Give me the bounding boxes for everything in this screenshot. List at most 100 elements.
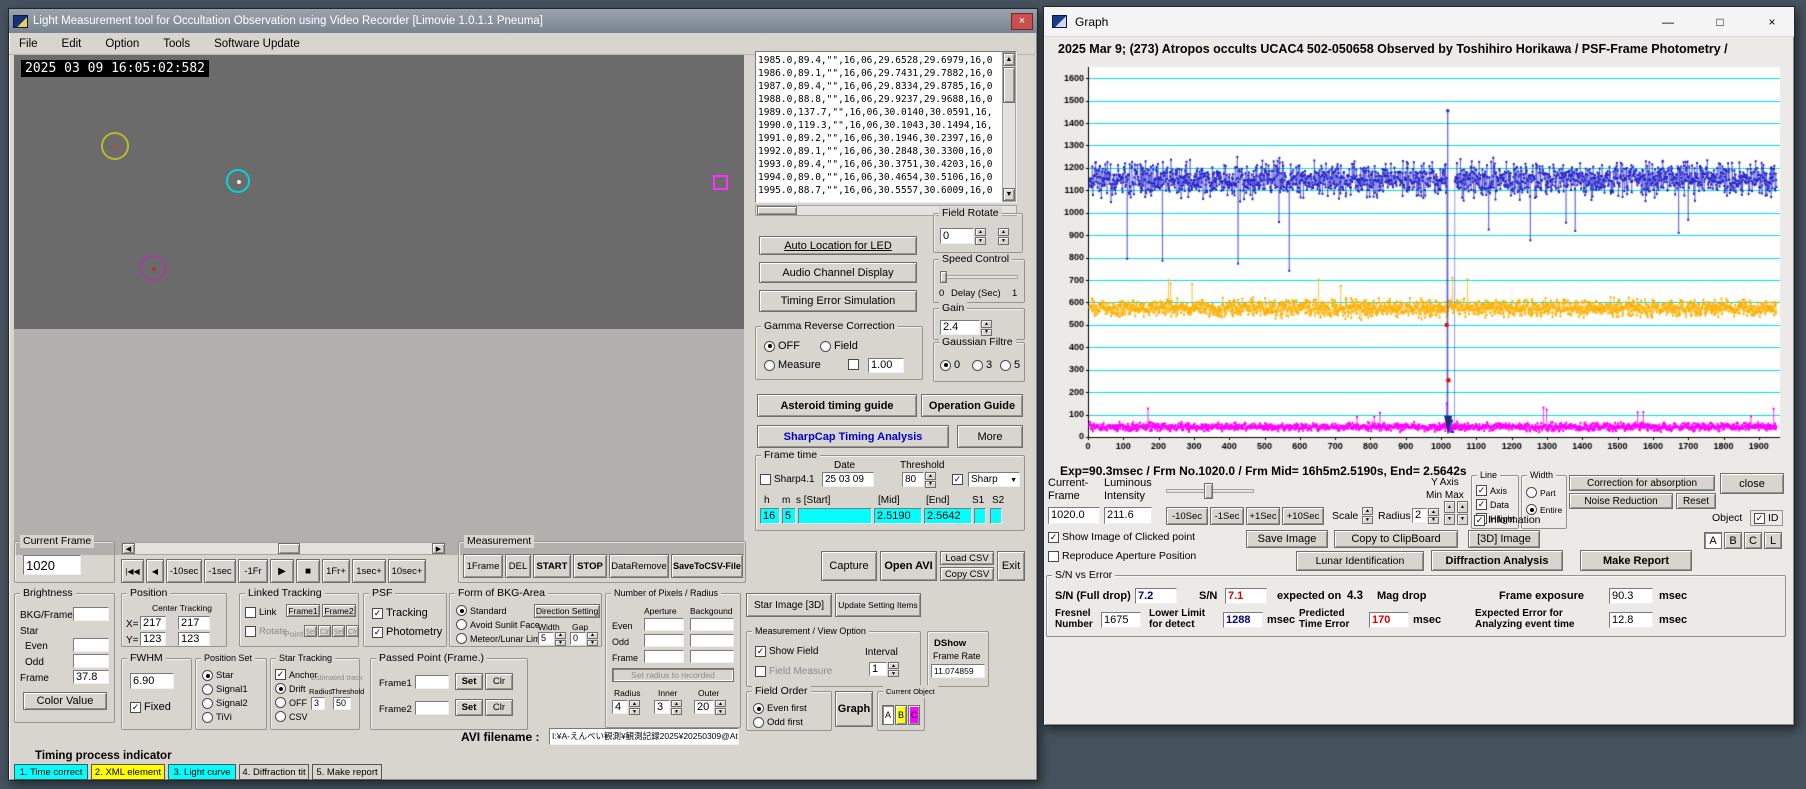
center-y-input[interactable]: 123 — [178, 632, 210, 646]
copy-csv-button[interactable]: Copy CSV — [940, 567, 994, 581]
minus-1frame-button[interactable]: -1Fr — [238, 559, 268, 583]
width-part-radio[interactable]: Part — [1526, 487, 1556, 498]
timing-step-2[interactable]: 2. XML element — [91, 764, 165, 780]
spin-down-icon[interactable] — [587, 639, 598, 646]
timing-step-1[interactable]: 1. Time correct — [14, 764, 88, 780]
set-radius-recorded-button[interactable]: Set radius to recorded — [612, 668, 734, 682]
light-curve-chart[interactable] — [1050, 57, 1788, 461]
play-button[interactable]: ▶ — [270, 559, 294, 583]
mid-cell[interactable]: 2.5190 — [874, 508, 922, 524]
interval-input[interactable]: 1 — [869, 662, 887, 676]
aperture-marker-square[interactable] — [713, 175, 728, 190]
image-3d-button[interactable]: [3D] Image — [1468, 530, 1540, 548]
tracking-off-radio[interactable]: OFF — [275, 697, 307, 708]
linked-set2-button[interactable]: Set — [332, 625, 345, 637]
minus-10sec-nav-button[interactable]: -10Sec — [1166, 507, 1208, 525]
minus-1sec-nav-button[interactable]: -1Sec — [1210, 507, 1244, 525]
chevron-down-icon[interactable] — [1010, 475, 1017, 485]
object-c-button[interactable]: C — [908, 705, 920, 725]
spin-up-icon[interactable] — [555, 632, 566, 639]
copy-to-clipboard-button[interactable]: Copy to ClipBoard — [1334, 530, 1458, 548]
update-setting-items-button[interactable]: Update Setting Items — [835, 593, 921, 617]
more-button[interactable]: More — [957, 425, 1023, 448]
spin-down-icon[interactable] — [1444, 513, 1455, 525]
menu-software-update[interactable]: Software Update — [214, 38, 300, 50]
aperture-marker-target[interactable] — [226, 169, 250, 193]
gaussian-0-radio[interactable]: 0 — [940, 359, 960, 371]
operation-guide-button[interactable]: Operation Guide — [921, 394, 1023, 417]
linked-frame1-button[interactable]: Frame1 — [286, 604, 320, 617]
even-input[interactable] — [73, 638, 109, 652]
limovie-close-icon[interactable]: × — [1011, 12, 1033, 30]
spin-down-icon[interactable] — [1428, 516, 1439, 524]
measurement-data-list[interactable]: 1985.0,89.4,"",16,06,29.6528,29.6979,16,… — [755, 51, 1017, 203]
graph-button[interactable]: Graph — [835, 691, 873, 727]
y-input[interactable]: 123 — [140, 632, 166, 646]
current-frame-input[interactable]: 1020 — [23, 555, 81, 575]
close-graph-button[interactable]: close — [1720, 473, 1784, 494]
stop-button[interactable]: STOP — [573, 554, 607, 578]
graph-current-frame-input[interactable]: 1020.0 — [1048, 507, 1100, 524]
rotate-checkbox[interactable]: Rotate — [245, 626, 287, 637]
minus-10sec-button[interactable]: -10sec — [166, 559, 202, 583]
data-list-scrollbar[interactable] — [1002, 52, 1016, 202]
spin-down-icon[interactable] — [629, 708, 640, 715]
scroll-down-icon[interactable] — [1003, 188, 1015, 201]
data-checkbox[interactable]: Data — [1476, 499, 1509, 510]
spin-down-icon[interactable] — [981, 328, 992, 336]
scroll-left-icon[interactable] — [122, 543, 135, 554]
spin-down-icon[interactable] — [671, 708, 682, 715]
capture-button[interactable]: Capture — [821, 551, 877, 581]
aperture-marker-signal1[interactable] — [101, 132, 129, 160]
drift-radio[interactable]: Drift — [275, 683, 306, 694]
even-first-radio[interactable]: Even first — [753, 703, 807, 714]
lunar-identification-button[interactable]: Lunar Identification — [1296, 551, 1424, 571]
spin-up-icon[interactable] — [671, 700, 682, 707]
sharp41-checkbox[interactable]: Sharp4.1 — [760, 474, 815, 485]
timing-step-5[interactable]: 5. Make report — [312, 764, 382, 780]
plus-1frame-button[interactable]: 1Fr+ — [322, 559, 350, 583]
speed-slider-thumb[interactable] — [940, 271, 947, 283]
s1-cell[interactable] — [974, 508, 986, 524]
make-report-button[interactable]: Make Report — [1580, 550, 1692, 571]
spin-down-icon[interactable] — [715, 708, 726, 715]
spin-up-icon[interactable] — [925, 472, 936, 480]
frame-slider-thumb[interactable] — [1204, 483, 1213, 499]
field-rotate-input[interactable]: 0 — [940, 228, 974, 244]
plus-10sec-nav-button[interactable]: +10Sec — [1282, 507, 1324, 525]
limovie-titlebar[interactable]: Light Measurement tool for Occultation O… — [9, 9, 1037, 33]
spin-up-icon[interactable] — [975, 228, 986, 236]
object-a-button[interactable]: A — [882, 705, 894, 725]
spin-up-icon[interactable] — [629, 700, 640, 707]
outer-input[interactable]: 20 — [694, 700, 714, 714]
graph-object-a-button[interactable]: A — [1704, 532, 1722, 549]
bkg-gap-input[interactable]: 0 — [570, 632, 586, 645]
spin-up-icon[interactable] — [1362, 507, 1373, 515]
pp-frame2-input[interactable] — [415, 701, 449, 715]
s2-cell[interactable] — [990, 508, 1002, 524]
spin-up-icon[interactable] — [998, 228, 1009, 236]
pp-set2-button[interactable]: Set — [455, 699, 483, 716]
bkg-meteor-radio[interactable]: Meteor/Lunar Limb — [456, 633, 546, 644]
save-to-csv-button[interactable]: SaveToCSV-File — [671, 554, 743, 578]
posset-tivi-radio[interactable]: TiVi — [202, 712, 232, 723]
linked-clr1-button[interactable]: Clr — [318, 625, 331, 637]
field-measure-checkbox[interactable]: Field Measure — [755, 666, 832, 677]
spin-down-icon[interactable] — [888, 670, 899, 677]
aperture-marker-comparison[interactable] — [140, 255, 166, 281]
sharp-combo-checkbox[interactable] — [952, 474, 963, 485]
menu-file[interactable]: File — [19, 38, 38, 50]
sharp-dropdown[interactable]: Sharp — [968, 472, 1020, 487]
pp-set1-button[interactable]: Set — [455, 673, 483, 690]
tracking-threshold-input[interactable]: 50 — [333, 697, 351, 710]
gamma-off-radio[interactable]: OFF — [764, 340, 800, 352]
csv-radio[interactable]: CSV — [275, 711, 308, 722]
one-frame-button[interactable]: 1Frame — [463, 554, 503, 578]
color-value-button[interactable]: Color Value — [23, 692, 107, 710]
graph-object-b-button[interactable]: B — [1724, 532, 1742, 549]
auto-location-led-button[interactable]: Auto Location for LED — [759, 236, 917, 255]
linked-frame2-button[interactable]: Frame2 — [322, 604, 356, 617]
start-cell[interactable] — [798, 508, 872, 524]
fwhm-fixed-checkbox[interactable]: Fixed — [130, 701, 171, 713]
gain-input[interactable]: 2.4 — [940, 320, 980, 335]
